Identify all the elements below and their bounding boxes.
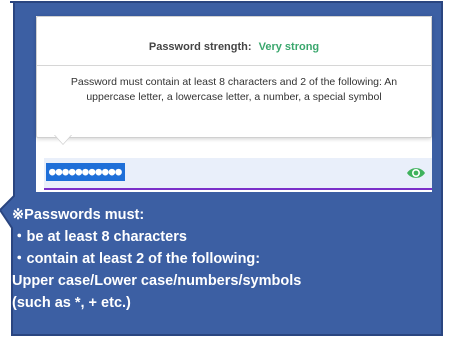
password-panel: Password strength: Very strong Password … [36, 16, 432, 192]
password-rules-callout: ※Passwords must: ・be at least 8 characte… [12, 204, 442, 314]
tooltip-divider [37, 65, 431, 66]
strength-value: Very strong [258, 41, 320, 53]
password-input[interactable]: ●●●●●●●●●●● [44, 158, 432, 190]
eye-icon[interactable] [406, 165, 426, 181]
password-strength-tooltip: Password strength: Very strong Password … [36, 16, 432, 138]
callout-rule-mix: ・contain at least 2 of the following: [12, 251, 261, 267]
strength-row: Password strength: Very strong [37, 41, 431, 53]
callout-rule-examples: (such as *, + etc.) [12, 295, 131, 311]
screenshot-stage: Password strength: Very strong Password … [0, 0, 452, 340]
password-value-selected[interactable]: ●●●●●●●●●●● [46, 163, 125, 181]
callout-heading: ※Passwords must: [12, 207, 145, 223]
tooltip-arrow-inner [55, 135, 71, 144]
password-requirements-message: Password must contain at least 8 charact… [70, 76, 398, 103]
strength-label: Password strength: [148, 41, 252, 53]
callout-rule-categories: Upper case/Lower case/numbers/symbols [12, 273, 302, 289]
callout-rule-length: ・be at least 8 characters [12, 229, 187, 245]
